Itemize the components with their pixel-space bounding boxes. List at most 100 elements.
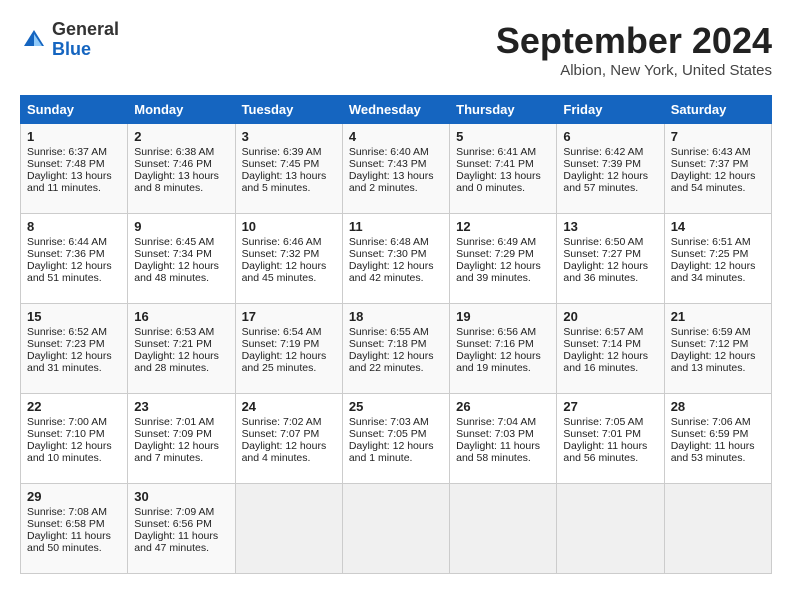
sunrise: Sunrise: 6:45 AM bbox=[134, 236, 214, 248]
day-number: 26 bbox=[456, 399, 550, 414]
sunset: Sunset: 7:34 PM bbox=[134, 248, 212, 260]
day-of-week-header: Wednesday bbox=[342, 96, 449, 124]
daylight: Daylight: 12 hours and 54 minutes. bbox=[671, 170, 756, 194]
calendar-cell: 28 Sunrise: 7:06 AM Sunset: 6:59 PM Dayl… bbox=[664, 394, 771, 484]
sunrise: Sunrise: 6:52 AM bbox=[27, 326, 107, 338]
day-number: 8 bbox=[27, 219, 121, 234]
day-number: 25 bbox=[349, 399, 443, 414]
daylight: Daylight: 12 hours and 7 minutes. bbox=[134, 440, 219, 464]
location: Albion, New York, United States bbox=[496, 62, 772, 79]
day-number: 11 bbox=[349, 219, 443, 234]
calendar-cell: 22 Sunrise: 7:00 AM Sunset: 7:10 PM Dayl… bbox=[21, 394, 128, 484]
calendar-cell: 20 Sunrise: 6:57 AM Sunset: 7:14 PM Dayl… bbox=[557, 304, 664, 394]
day-of-week-header: Tuesday bbox=[235, 96, 342, 124]
daylight: Daylight: 12 hours and 13 minutes. bbox=[671, 350, 756, 374]
sunrise: Sunrise: 6:48 AM bbox=[349, 236, 429, 248]
day-number: 17 bbox=[242, 309, 336, 324]
day-number: 2 bbox=[134, 129, 228, 144]
sunset: Sunset: 7:36 PM bbox=[27, 248, 105, 260]
daylight: Daylight: 11 hours and 58 minutes. bbox=[456, 440, 540, 464]
calendar-cell: 25 Sunrise: 7:03 AM Sunset: 7:05 PM Dayl… bbox=[342, 394, 449, 484]
sunset: Sunset: 7:10 PM bbox=[27, 428, 105, 440]
daylight: Daylight: 12 hours and 48 minutes. bbox=[134, 260, 219, 284]
calendar-cell bbox=[450, 484, 557, 574]
sunset: Sunset: 7:01 PM bbox=[563, 428, 641, 440]
sunset: Sunset: 7:41 PM bbox=[456, 158, 534, 170]
sunrise: Sunrise: 7:06 AM bbox=[671, 416, 751, 428]
calendar-cell: 13 Sunrise: 6:50 AM Sunset: 7:27 PM Dayl… bbox=[557, 214, 664, 304]
calendar-cell: 21 Sunrise: 6:59 AM Sunset: 7:12 PM Dayl… bbox=[664, 304, 771, 394]
calendar-cell: 11 Sunrise: 6:48 AM Sunset: 7:30 PM Dayl… bbox=[342, 214, 449, 304]
day-number: 15 bbox=[27, 309, 121, 324]
sunrise: Sunrise: 6:56 AM bbox=[456, 326, 536, 338]
calendar-cell: 24 Sunrise: 7:02 AM Sunset: 7:07 PM Dayl… bbox=[235, 394, 342, 484]
sunrise: Sunrise: 7:02 AM bbox=[242, 416, 322, 428]
calendar-cell: 17 Sunrise: 6:54 AM Sunset: 7:19 PM Dayl… bbox=[235, 304, 342, 394]
calendar-cell: 27 Sunrise: 7:05 AM Sunset: 7:01 PM Dayl… bbox=[557, 394, 664, 484]
daylight: Daylight: 12 hours and 36 minutes. bbox=[563, 260, 648, 284]
daylight: Daylight: 13 hours and 2 minutes. bbox=[349, 170, 434, 194]
daylight: Daylight: 13 hours and 0 minutes. bbox=[456, 170, 541, 194]
daylight: Daylight: 12 hours and 19 minutes. bbox=[456, 350, 541, 374]
calendar-cell: 8 Sunrise: 6:44 AM Sunset: 7:36 PM Dayli… bbox=[21, 214, 128, 304]
day-of-week-header: Friday bbox=[557, 96, 664, 124]
daylight: Daylight: 12 hours and 1 minute. bbox=[349, 440, 434, 464]
sunrise: Sunrise: 6:50 AM bbox=[563, 236, 643, 248]
calendar-week-row: 15 Sunrise: 6:52 AM Sunset: 7:23 PM Dayl… bbox=[21, 304, 772, 394]
sunset: Sunset: 7:43 PM bbox=[349, 158, 427, 170]
logo: General Blue bbox=[20, 20, 119, 60]
logo-text: General Blue bbox=[52, 20, 119, 60]
calendar-cell: 1 Sunrise: 6:37 AM Sunset: 7:48 PM Dayli… bbox=[21, 124, 128, 214]
day-number: 27 bbox=[563, 399, 657, 414]
day-number: 30 bbox=[134, 489, 228, 504]
sunset: Sunset: 7:30 PM bbox=[349, 248, 427, 260]
calendar-cell: 4 Sunrise: 6:40 AM Sunset: 7:43 PM Dayli… bbox=[342, 124, 449, 214]
sunset: Sunset: 7:09 PM bbox=[134, 428, 212, 440]
calendar-cell bbox=[235, 484, 342, 574]
sunrise: Sunrise: 7:04 AM bbox=[456, 416, 536, 428]
calendar-cell bbox=[664, 484, 771, 574]
page-header: General Blue September 2024 Albion, New … bbox=[20, 20, 772, 79]
calendar-cell: 16 Sunrise: 6:53 AM Sunset: 7:21 PM Dayl… bbox=[128, 304, 235, 394]
daylight: Daylight: 11 hours and 47 minutes. bbox=[134, 530, 218, 554]
day-number: 13 bbox=[563, 219, 657, 234]
day-number: 20 bbox=[563, 309, 657, 324]
calendar-week-row: 22 Sunrise: 7:00 AM Sunset: 7:10 PM Dayl… bbox=[21, 394, 772, 484]
calendar-cell bbox=[557, 484, 664, 574]
day-number: 21 bbox=[671, 309, 765, 324]
calendar-cell: 26 Sunrise: 7:04 AM Sunset: 7:03 PM Dayl… bbox=[450, 394, 557, 484]
sunrise: Sunrise: 6:38 AM bbox=[134, 146, 214, 158]
daylight: Daylight: 11 hours and 56 minutes. bbox=[563, 440, 647, 464]
sunrise: Sunrise: 6:55 AM bbox=[349, 326, 429, 338]
day-number: 12 bbox=[456, 219, 550, 234]
sunset: Sunset: 6:58 PM bbox=[27, 518, 105, 530]
sunrise: Sunrise: 7:05 AM bbox=[563, 416, 643, 428]
calendar-week-row: 29 Sunrise: 7:08 AM Sunset: 6:58 PM Dayl… bbox=[21, 484, 772, 574]
daylight: Daylight: 12 hours and 39 minutes. bbox=[456, 260, 541, 284]
calendar-cell: 19 Sunrise: 6:56 AM Sunset: 7:16 PM Dayl… bbox=[450, 304, 557, 394]
sunrise: Sunrise: 7:01 AM bbox=[134, 416, 214, 428]
day-number: 1 bbox=[27, 129, 121, 144]
title-block: September 2024 Albion, New York, United … bbox=[496, 20, 772, 79]
day-number: 19 bbox=[456, 309, 550, 324]
sunset: Sunset: 7:37 PM bbox=[671, 158, 749, 170]
sunrise: Sunrise: 6:57 AM bbox=[563, 326, 643, 338]
calendar-cell: 29 Sunrise: 7:08 AM Sunset: 6:58 PM Dayl… bbox=[21, 484, 128, 574]
calendar-cell: 12 Sunrise: 6:49 AM Sunset: 7:29 PM Dayl… bbox=[450, 214, 557, 304]
day-number: 24 bbox=[242, 399, 336, 414]
sunset: Sunset: 7:03 PM bbox=[456, 428, 534, 440]
sunset: Sunset: 7:27 PM bbox=[563, 248, 641, 260]
daylight: Daylight: 11 hours and 50 minutes. bbox=[27, 530, 111, 554]
sunrise: Sunrise: 6:41 AM bbox=[456, 146, 536, 158]
daylight: Daylight: 12 hours and 28 minutes. bbox=[134, 350, 219, 374]
calendar-cell: 10 Sunrise: 6:46 AM Sunset: 7:32 PM Dayl… bbox=[235, 214, 342, 304]
daylight: Daylight: 12 hours and 4 minutes. bbox=[242, 440, 327, 464]
logo-icon bbox=[20, 26, 48, 54]
sunset: Sunset: 7:23 PM bbox=[27, 338, 105, 350]
calendar-cell: 14 Sunrise: 6:51 AM Sunset: 7:25 PM Dayl… bbox=[664, 214, 771, 304]
calendar-cell: 15 Sunrise: 6:52 AM Sunset: 7:23 PM Dayl… bbox=[21, 304, 128, 394]
day-number: 22 bbox=[27, 399, 121, 414]
calendar-cell: 23 Sunrise: 7:01 AM Sunset: 7:09 PM Dayl… bbox=[128, 394, 235, 484]
sunset: Sunset: 7:48 PM bbox=[27, 158, 105, 170]
day-of-week-header: Monday bbox=[128, 96, 235, 124]
